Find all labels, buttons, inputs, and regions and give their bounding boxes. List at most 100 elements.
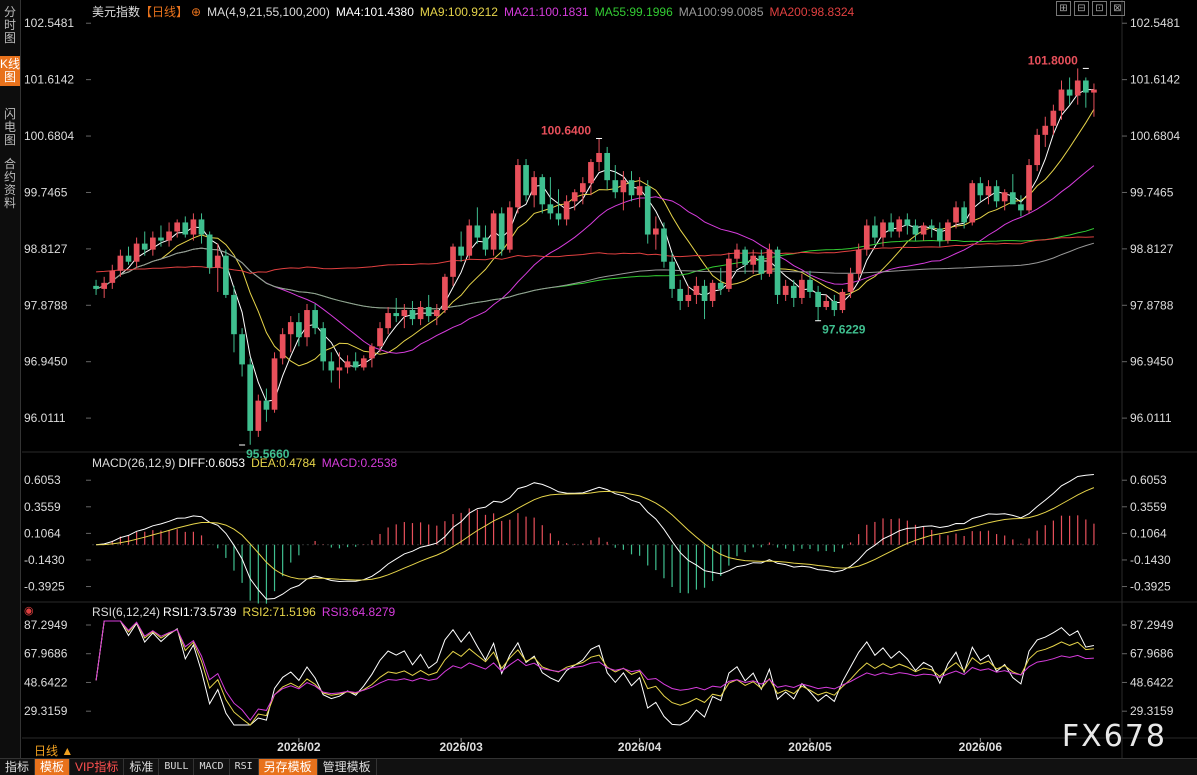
candle-body <box>644 186 651 235</box>
candle-body <box>677 288 684 301</box>
toolbar-button[interactable]: 标准 <box>124 759 160 775</box>
candle-body <box>425 307 432 317</box>
candle-body <box>239 334 245 365</box>
candle-body <box>880 222 886 238</box>
candle-body <box>531 177 537 196</box>
chart-canvas: 102.5481 102.5481 101.6142 101.6142 100.6804… <box>22 0 1197 758</box>
candle-body <box>141 243 148 250</box>
candle-body <box>977 183 984 196</box>
price-tick-label: 102.5481 <box>1130 16 1180 30</box>
macd-tick-label: 0.3559 <box>1130 500 1167 514</box>
candle-body <box>490 213 497 250</box>
candle-body <box>352 361 359 368</box>
ma-value-list: MA4:101.4380 MA9:100.9212 MA21:100.1831 MA5… <box>336 5 860 19</box>
candle-body <box>1091 89 1097 93</box>
candle-body <box>1026 165 1032 211</box>
bottom-toolbar: 指标 模板 VIP指标 标准 BULL MACD RSI 另存模板 管理模板 <box>0 758 1197 775</box>
candle-body <box>231 294 237 335</box>
price-tick-label-left: 102.5481 <box>24 16 74 30</box>
gear-icon[interactable]: ⊕ <box>191 5 201 19</box>
chart-tool-button[interactable]: ⊟ <box>1074 1 1089 16</box>
candle-body <box>117 255 124 271</box>
rsi-tick-label: 48.6422 <box>1130 675 1174 689</box>
candle-body <box>296 322 302 338</box>
ma-legend-item: MA21:100.1831 <box>503 5 589 19</box>
symbol-name: 美元指数 <box>92 5 141 19</box>
chart-tool-button[interactable]: ⊞ <box>1056 1 1071 16</box>
candle-body <box>896 219 903 232</box>
candle-body <box>466 225 473 256</box>
extreme-label: 100.6400 <box>541 123 591 137</box>
candle-body <box>993 186 1000 202</box>
candle-body <box>474 225 481 238</box>
toolbar-button[interactable]: 管理模板 <box>318 759 377 775</box>
chart-tool-button[interactable]: ⊡ <box>1092 1 1107 16</box>
chart-tool-button[interactable]: ⊠ <box>1110 1 1125 16</box>
toolbar-button[interactable]: BULL <box>159 759 195 775</box>
candle-body <box>563 201 570 220</box>
price-tick-label-left: 96.9450 <box>24 355 68 369</box>
candle-body <box>863 225 870 250</box>
watermark: FX678 <box>1061 719 1167 754</box>
rsi-tick-label-left: 67.9686 <box>24 647 68 661</box>
candle-body <box>166 231 172 241</box>
toolbar-button[interactable]: VIP指标 <box>70 759 125 775</box>
macd-legend: MACD(26,12,9) DIFF:0.6053 DEA:0.4784 MACD:0… <box>92 456 403 470</box>
price-tick-label-left: 99.7465 <box>24 185 68 199</box>
candle-body <box>782 285 789 295</box>
candle-body <box>685 294 692 301</box>
candle-body <box>612 180 619 193</box>
candle-body <box>579 183 586 193</box>
rsi-tick-label-left: 48.6422 <box>24 675 68 689</box>
rsi-tick-label: 87.2949 <box>1130 618 1174 632</box>
macd-tick-label: 0.6053 <box>1130 473 1167 487</box>
candle-body <box>182 222 189 235</box>
candle-body <box>409 310 416 320</box>
chart-tools: ⊞ ⊟ ⊡ ⊠ <box>1056 1 1125 16</box>
candle-body <box>1001 192 1008 202</box>
candle-body <box>255 400 262 431</box>
extreme-label: 101.8000 <box>1028 53 1078 67</box>
candle-body <box>482 237 489 250</box>
candle-body <box>653 228 659 235</box>
macd-diff-line <box>96 474 1094 600</box>
candle-body <box>872 225 878 238</box>
candle-body <box>498 213 505 250</box>
rsi-tick-label-left: 87.2949 <box>24 618 68 632</box>
candle-body <box>133 243 140 262</box>
candle-body <box>661 228 667 262</box>
candle-body <box>717 282 724 289</box>
candle-body <box>1042 125 1049 135</box>
candle-body <box>571 192 578 202</box>
price-tick-label: 96.9450 <box>1130 355 1174 369</box>
candle-body <box>442 276 448 311</box>
toolbar-button[interactable]: MACD <box>194 759 230 775</box>
x-axis-label: 2026/03 <box>439 740 483 754</box>
period-label[interactable]: 【日线】 <box>140 5 188 19</box>
candle-body <box>328 361 335 371</box>
rsi-settings-icon[interactable]: ◉ <box>24 604 34 617</box>
ma-legend-item: MA55:99.1996 <box>594 5 673 19</box>
x-axis-label: 2026/04 <box>618 740 662 754</box>
toolbar-button[interactable]: 模板 <box>35 759 71 775</box>
price-tick-label: 98.8127 <box>1130 242 1174 256</box>
candle-body <box>628 180 635 196</box>
period-selector[interactable]: 日线 ▲ <box>34 742 73 759</box>
candle-body <box>125 255 132 262</box>
candle-body <box>458 246 464 256</box>
ma-legend-item: MA9:100.9212 <box>419 5 498 19</box>
rsi-legend: RSI(6,12,24) RSI1:73.5739 RSI2:71.5196 RSI3… <box>92 605 401 619</box>
toolbar-button[interactable]: 指标 <box>0 759 36 775</box>
candle-body <box>1058 89 1065 111</box>
candle-body <box>312 310 318 329</box>
candle-body <box>198 219 205 235</box>
candle-body <box>693 285 700 295</box>
toolbar-button[interactable]: RSI <box>230 759 259 775</box>
candle-body <box>271 358 278 410</box>
toolbar-button[interactable]: 另存模板 <box>258 759 318 775</box>
macd-title: MACD(26,12,9) <box>92 456 176 470</box>
candle-body <box>636 186 643 196</box>
candle-body <box>320 328 327 362</box>
candle-body <box>555 213 562 220</box>
candle-body <box>393 313 400 317</box>
